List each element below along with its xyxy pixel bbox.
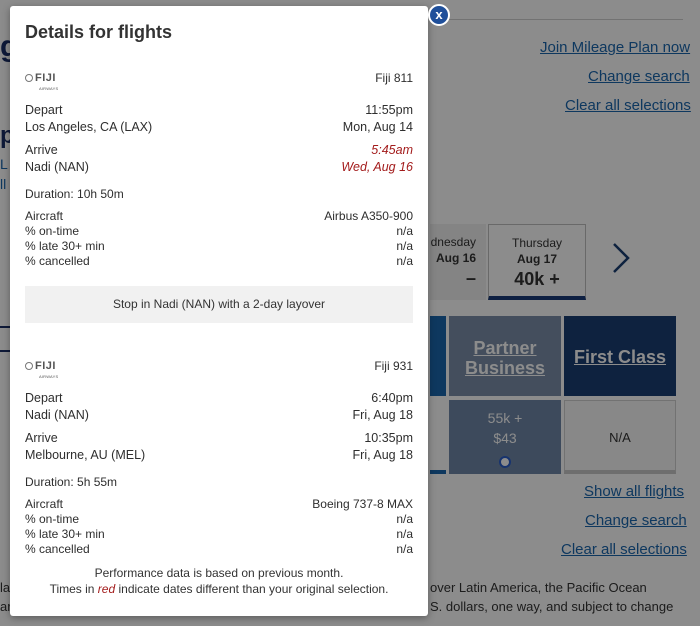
ontime-value: n/a: [396, 224, 413, 238]
flight-details-dialog: x Details for flights FIJI AIRWAYS Fiji …: [10, 4, 450, 616]
airline-logo-subtext: AIRWAYS: [39, 374, 59, 379]
aircraft-label: Aircraft: [25, 497, 64, 511]
logo-ring-icon: [25, 362, 33, 370]
airline-logo: FIJI AIRWAYS: [25, 358, 58, 379]
logo-ring-icon: [25, 74, 33, 82]
aircraft-value: Airbus A350-900: [324, 209, 413, 223]
arrive-label: Arrive: [25, 431, 58, 445]
ontime-label: % on-time: [25, 512, 80, 526]
airline-logo: FIJI AIRWAYS: [25, 70, 58, 91]
segment-header: FIJI AIRWAYS Fiji 811: [25, 70, 413, 91]
cancelled-value: n/a: [396, 542, 413, 556]
late-label: % late 30+ min: [25, 527, 105, 541]
late-label: % late 30+ min: [25, 239, 105, 253]
cancelled-label: % cancelled: [25, 254, 90, 268]
layover-notice: Stop in Nadi (NAN) with a 2-day layover: [25, 286, 413, 323]
arrive-label: Arrive: [25, 143, 58, 157]
cancelled-value: n/a: [396, 254, 413, 268]
arrive-city: Melbourne, AU (MEL): [25, 448, 146, 462]
flight-segment: FIJI AIRWAYS Fiji 931 Depart 6:40pm Nadi …: [25, 358, 413, 557]
flight-number: Fiji 931: [374, 359, 413, 373]
depart-city: Nadi (NAN): [25, 408, 89, 422]
arrive-time: 10:35pm: [364, 431, 413, 445]
dialog-title: Details for flights: [25, 22, 173, 42]
performance-note: Performance data is based on previous mo…: [94, 566, 344, 580]
times-note-text: indicate dates different than your origi…: [115, 582, 389, 596]
times-note-red-word: red: [97, 582, 116, 596]
arrive-date: Wed, Aug 16: [341, 160, 413, 174]
depart-city: Los Angeles, CA (LAX): [25, 120, 153, 134]
depart-label: Depart: [25, 391, 63, 405]
close-button[interactable]: x: [428, 4, 450, 26]
aircraft-label: Aircraft: [25, 209, 64, 223]
late-value: n/a: [396, 239, 413, 253]
flight-duration: Duration: 5h 55m: [25, 475, 118, 489]
times-note-text: Times in: [49, 582, 98, 596]
depart-time: 11:55pm: [365, 103, 413, 117]
segment-header: FIJI AIRWAYS Fiji 931: [25, 358, 413, 379]
depart-time: 6:40pm: [371, 391, 413, 405]
depart-date: Fri, Aug 18: [352, 408, 413, 422]
flight-segment: FIJI AIRWAYS Fiji 811 Depart 11:55pm Los …: [25, 70, 413, 269]
ontime-label: % on-time: [25, 224, 80, 238]
arrive-time: 5:45am: [371, 143, 413, 157]
depart-label: Depart: [25, 103, 63, 117]
arrive-date: Fri, Aug 18: [352, 448, 413, 462]
aircraft-value: Boeing 737-8 MAX: [312, 497, 413, 511]
depart-date: Mon, Aug 14: [342, 120, 413, 134]
times-note: Times in red indicate dates different th…: [10, 582, 428, 596]
ontime-value: n/a: [396, 512, 413, 526]
late-value: n/a: [396, 527, 413, 541]
cancelled-label: % cancelled: [25, 542, 90, 556]
airline-logo-subtext: AIRWAYS: [39, 86, 59, 91]
arrive-city: Nadi (NAN): [25, 160, 89, 174]
flight-duration: Duration: 10h 50m: [25, 187, 124, 201]
flight-number: Fiji 811: [375, 71, 413, 85]
